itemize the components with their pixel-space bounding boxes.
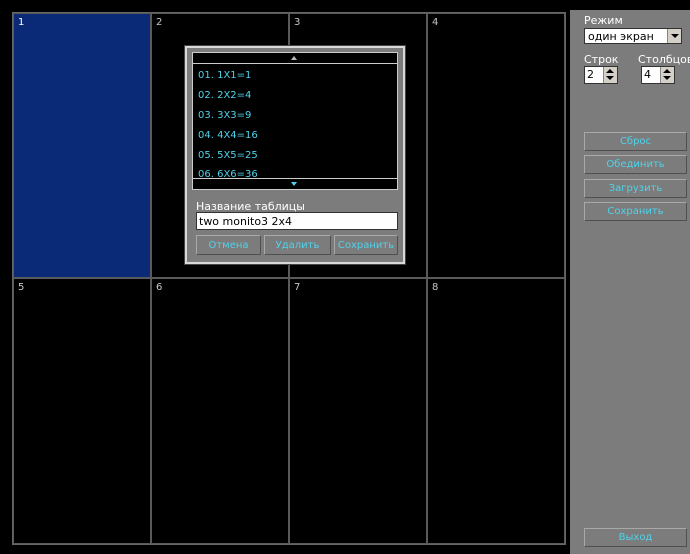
list-item[interactable]: 02. 2X2=4 [198, 90, 251, 101]
delete-button[interactable]: Удалить [264, 235, 331, 255]
rows-label: Строк [584, 53, 619, 66]
list-item[interactable]: 03. 3X3=9 [198, 110, 251, 121]
list-item[interactable]: 04. 4X4=16 [198, 130, 258, 141]
grid-cell[interactable]: 8 [427, 278, 565, 544]
exit-button[interactable]: Выход [584, 528, 687, 547]
load-button[interactable]: Загрузить [584, 179, 687, 198]
mode-label: Режим [584, 14, 623, 27]
cell-number: 4 [432, 17, 439, 28]
mode-select-value: один экран [588, 30, 654, 43]
cell-number: 2 [156, 17, 163, 28]
spinner-buttons[interactable] [660, 67, 674, 83]
cols-spinner[interactable]: 4 [641, 66, 675, 84]
grid-cell[interactable]: 5 [13, 278, 151, 544]
cols-spinner-value: 4 [644, 68, 651, 81]
cancel-button[interactable]: Отмена [196, 235, 261, 255]
cell-number: 6 [156, 282, 163, 293]
scroll-down-button[interactable] [193, 178, 397, 189]
control-panel: Режим один экран Строк Столбцов 2 4 Сбро… [570, 10, 690, 554]
arrow-up-icon[interactable] [663, 69, 671, 73]
spinner-buttons[interactable] [603, 67, 617, 83]
chevron-down-icon[interactable] [667, 29, 681, 43]
grid-cell[interactable]: 6 [151, 278, 289, 544]
list-item[interactable]: 01. 1X1=1 [198, 70, 251, 81]
grid-cell[interactable]: 4 [427, 13, 565, 278]
cell-number: 5 [18, 282, 25, 293]
arrow-down-icon [291, 182, 297, 186]
rows-spinner[interactable]: 2 [584, 66, 618, 84]
cell-number: 8 [432, 282, 439, 293]
grid-cell[interactable]: 7 [289, 278, 427, 544]
cell-number: 1 [18, 17, 25, 28]
grid-cell[interactable]: 1 [13, 13, 151, 278]
list-item[interactable]: 05. 5X5=25 [198, 150, 258, 161]
scroll-up-button[interactable] [193, 53, 397, 64]
dialog-save-button[interactable]: Сохранить [334, 235, 398, 255]
arrow-up-icon [291, 56, 297, 60]
mode-select[interactable]: один экран [584, 28, 682, 44]
cell-number: 3 [294, 17, 301, 28]
table-name-input[interactable] [196, 212, 398, 230]
reset-button[interactable]: Сброс [584, 132, 687, 151]
merge-button[interactable]: Обединить [584, 155, 687, 174]
arrow-up-icon[interactable] [606, 69, 614, 73]
table-list[interactable]: 01. 1X1=1 02. 2X2=4 03. 3X3=9 04. 4X4=16… [192, 52, 398, 190]
rows-spinner-value: 2 [587, 68, 594, 81]
cell-number: 7 [294, 282, 301, 293]
save-table-dialog: 01. 1X1=1 02. 2X2=4 03. 3X3=9 04. 4X4=16… [184, 45, 406, 265]
arrow-down-icon[interactable] [606, 76, 614, 80]
cols-label: Столбцов [638, 53, 690, 66]
bottom-strip [0, 545, 570, 554]
save-button[interactable]: Сохранить [584, 202, 687, 221]
arrow-down-icon[interactable] [663, 76, 671, 80]
